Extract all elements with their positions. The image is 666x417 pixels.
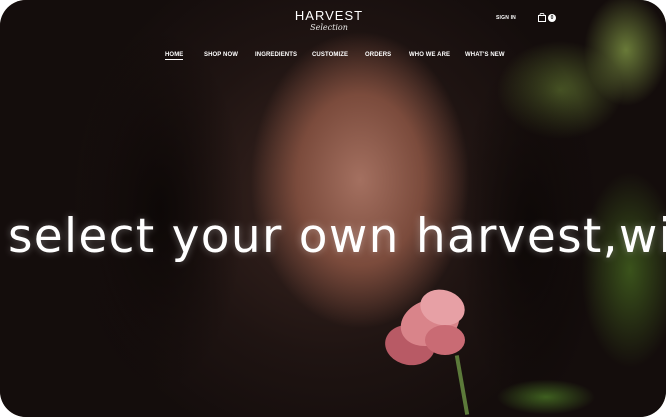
shopping-bag-icon	[538, 13, 546, 22]
nav-item-shop-now[interactable]: SHOP NOW	[204, 52, 238, 58]
brand-tagline: Selection	[310, 23, 348, 32]
cart-count-badge: 0	[548, 13, 556, 22]
leaf-decoration-bottom	[466, 367, 626, 417]
rose-flower-image	[380, 280, 490, 415]
site-header: HARVEST Selection SIGN IN 0 HOME SHOP NO…	[0, 0, 666, 70]
main-navigation: HOME SHOP NOW INGREDIENTS CUSTOMIZE ORDE…	[0, 52, 666, 64]
nav-item-who-we-are[interactable]: WHO WE ARE	[409, 52, 450, 58]
brand-logo[interactable]: HARVEST Selection	[294, 8, 364, 33]
flower-petal	[425, 325, 465, 355]
nav-item-orders[interactable]: ORDERS	[365, 52, 391, 58]
cart-button[interactable]: 0	[538, 13, 556, 22]
hero-headline: select your own harvest,with	[8, 209, 666, 265]
nav-item-home[interactable]: HOME	[165, 52, 184, 60]
header-actions: SIGN IN 0	[496, 13, 556, 22]
brand-name: HARVEST	[294, 8, 364, 23]
sign-in-link[interactable]: SIGN IN	[496, 15, 516, 21]
nav-item-customize[interactable]: CUSTOMIZE	[312, 52, 348, 58]
page-frame: HARVEST Selection SIGN IN 0 HOME SHOP NO…	[0, 0, 666, 417]
nav-item-ingredients[interactable]: INGREDIENTS	[255, 52, 297, 58]
nav-item-whats-new[interactable]: WHAT'S NEW	[465, 52, 505, 58]
